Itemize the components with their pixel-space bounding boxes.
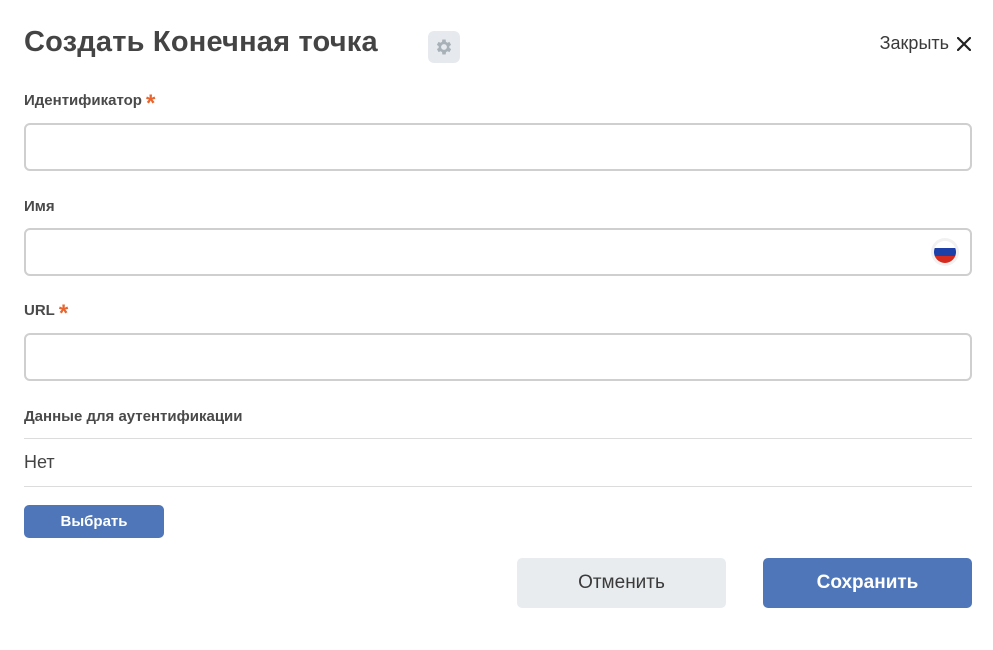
divider — [24, 486, 972, 487]
select-auth-button[interactable]: Выбрать — [24, 505, 164, 538]
url-label: URL * — [24, 302, 68, 326]
divider — [24, 438, 972, 439]
russian-flag-icon[interactable] — [934, 241, 956, 263]
save-button[interactable]: Сохранить — [763, 558, 972, 608]
url-input[interactable] — [26, 335, 970, 379]
close-label: Закрыть — [879, 33, 949, 53]
auth-label: Данные для аутентификации — [24, 408, 243, 425]
name-input[interactable] — [26, 230, 970, 274]
name-label: Имя — [24, 198, 55, 215]
identifier-field[interactable] — [24, 123, 972, 171]
close-icon — [957, 36, 971, 51]
name-field[interactable] — [24, 228, 972, 276]
identifier-input[interactable] — [26, 125, 970, 169]
settings-button[interactable] — [428, 31, 460, 63]
cancel-button[interactable]: Отменить — [517, 558, 726, 608]
required-mark: * — [58, 300, 69, 327]
dialog-title: Создать Конечная точка — [24, 26, 378, 58]
auth-value: Нет — [24, 452, 55, 472]
required-mark: * — [145, 90, 156, 117]
identifier-label-text: Идентификатор — [24, 92, 142, 109]
close-button[interactable]: Закрыть — [880, 33, 971, 54]
gear-icon — [436, 39, 452, 55]
url-field[interactable] — [24, 333, 972, 381]
url-label-text: URL — [24, 302, 55, 319]
create-endpoint-dialog: Создать Конечная точка Закрыть Идентифик… — [0, 0, 993, 650]
identifier-label: Идентификатор * — [24, 92, 155, 116]
